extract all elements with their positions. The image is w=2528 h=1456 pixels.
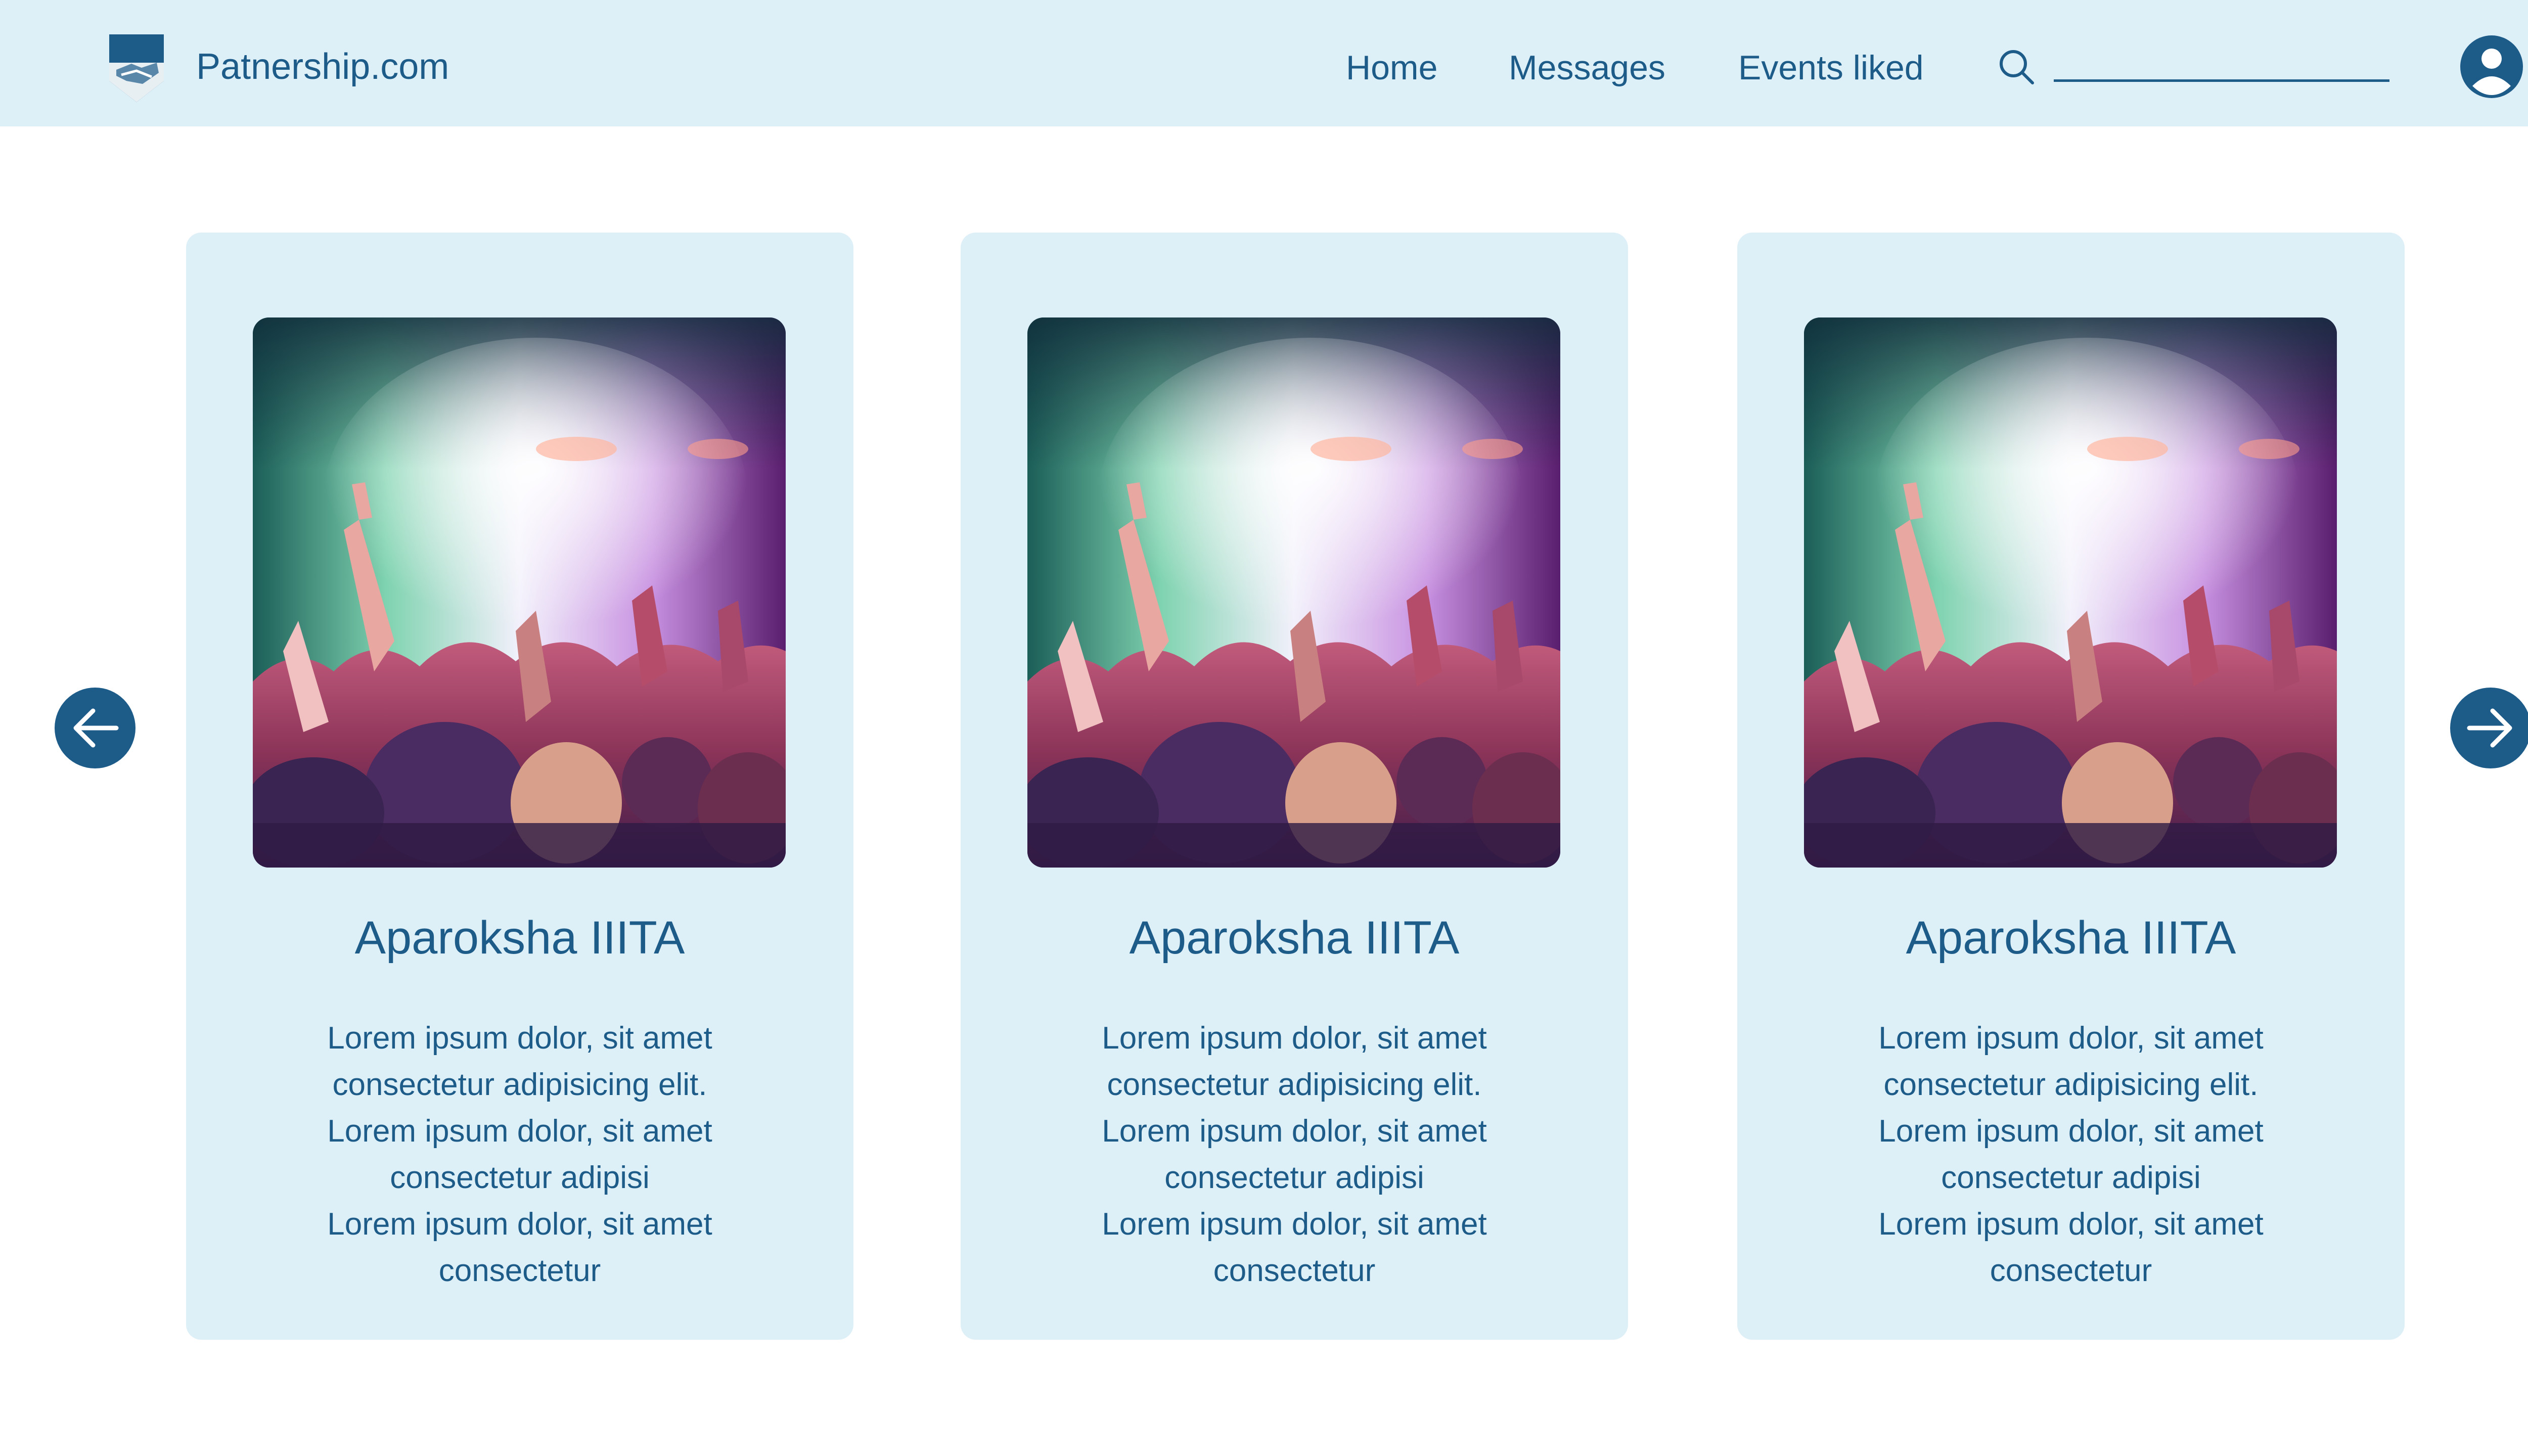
search-input[interactable] [2054,51,2389,82]
event-card-description: Lorem ipsum dolor, sit amet consectetur … [242,1015,798,1294]
concert-crowd-image [1027,317,1560,868]
nav-events-liked[interactable]: Events liked [1738,48,1924,88]
search-icon[interactable] [1996,47,2037,87]
top-navbar: Patnership.com Home Messages Events like… [0,0,2528,126]
description-line: consectetur adipisi [1941,1160,2201,1195]
description-line: consectetur adipisi [1164,1160,1424,1195]
description-line: Lorem ipsum dolor, sit amet [327,1207,712,1242]
event-card-description: Lorem ipsum dolor, sit amet consectetur … [1016,1015,1572,1294]
nav-messages[interactable]: Messages [1509,48,1665,88]
description-line: consectetur [1990,1253,2152,1288]
user-avatar-icon[interactable] [2460,35,2523,98]
description-line: Lorem ipsum dolor, sit amet [1102,1114,1487,1149]
event-card[interactable]: Aparoksha IIITA Lorem ipsum dolor, sit a… [961,233,1628,1340]
description-line: Lorem ipsum dolor, sit amet [327,1114,712,1149]
event-card-title: Aparoksha IIITA [1129,912,1460,964]
description-line: Lorem ipsum dolor, sit amet [1878,1021,2264,1056]
arrow-right-icon [2467,708,2512,748]
description-line: Lorem ipsum dolor, sit amet [1878,1207,2264,1242]
description-line: Lorem ipsum dolor, sit amet [1102,1207,1487,1242]
event-card[interactable]: Aparoksha IIITA Lorem ipsum dolor, sit a… [186,233,853,1340]
event-card-title: Aparoksha IIITA [354,912,685,964]
description-line: consectetur adipisi [390,1160,650,1195]
arrow-left-icon [73,708,119,748]
event-card[interactable]: Aparoksha IIITA Lorem ipsum dolor, sit a… [1737,233,2405,1340]
carousel-next-button[interactable] [2450,688,2528,768]
concert-crowd-image [1804,317,2337,868]
description-line: Lorem ipsum dolor, sit amet [1102,1021,1487,1056]
description-line: Lorem ipsum dolor, sit amet [1878,1114,2264,1149]
handshake-shield-logo[interactable] [106,32,167,104]
description-line: consectetur adipisicing elit. [332,1067,707,1102]
carousel-prev-button[interactable] [55,688,136,768]
event-card-description: Lorem ipsum dolor, sit amet consectetur … [1793,1015,2349,1294]
description-line: consectetur adipisicing elit. [1883,1067,2259,1102]
description-line: consectetur [438,1253,601,1288]
description-line: Lorem ipsum dolor, sit amet [327,1021,712,1056]
brand-name[interactable]: Patnership.com [196,47,449,87]
event-card-title: Aparoksha IIITA [1906,912,2236,964]
nav-home[interactable]: Home [1346,48,1437,88]
concert-crowd-image [253,317,786,868]
description-line: consectetur [1213,1253,1376,1288]
description-line: consectetur adipisicing elit. [1107,1067,1482,1102]
